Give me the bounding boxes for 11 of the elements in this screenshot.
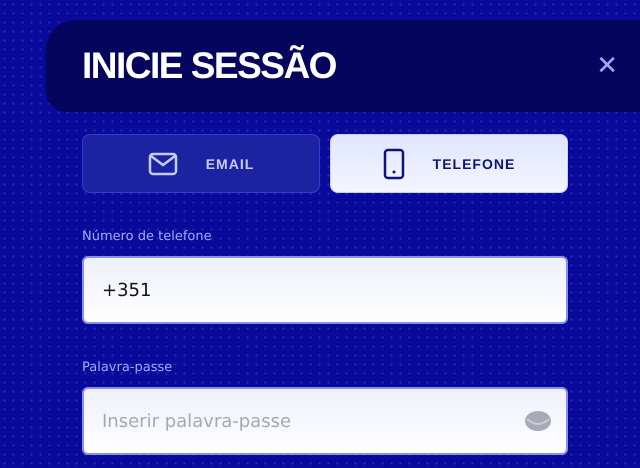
field-label: Número de telefone [82,229,213,244]
login-method-tab[interactable]: TELEFONE [330,134,568,193]
password-field[interactable]: Inserir palavra-passe [82,387,568,455]
eye-icon[interactable] [524,410,552,432]
dialog-title: INICIE SESSÃO [82,45,336,87]
close-button[interactable]: ✕ [592,51,622,81]
phone-field[interactable]: +351 [82,256,568,324]
phone-icon [382,148,405,180]
envelope-icon [148,152,178,176]
login-method-tab[interactable]: EMAIL [82,134,320,193]
field-label: Palavra-passe [82,360,174,375]
